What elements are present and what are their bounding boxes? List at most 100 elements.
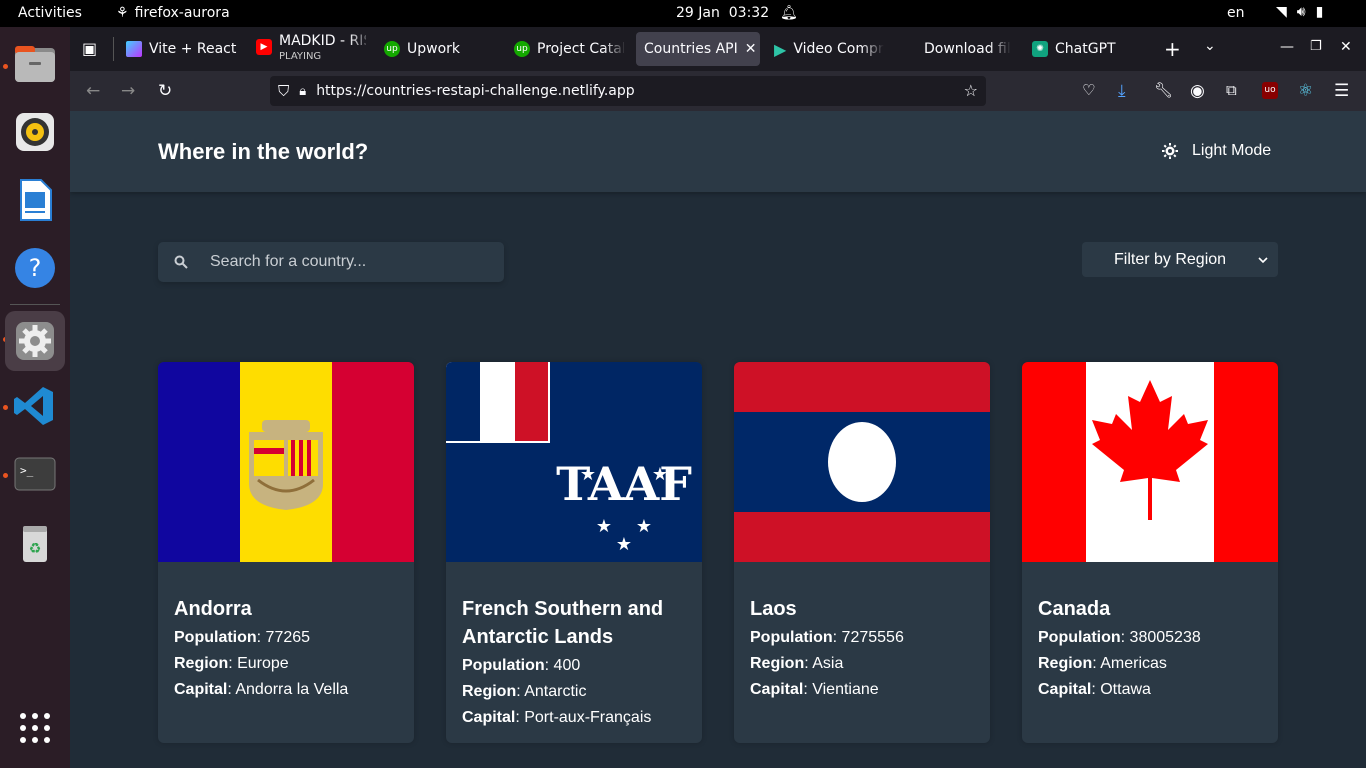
tab-madkid[interactable]: ▶ MADKID - RIS PLAYING (248, 32, 366, 66)
chevron-down-icon (1258, 256, 1268, 263)
region-label: Region (750, 655, 805, 672)
flag-andorra (158, 362, 414, 562)
wifi-icon: ◥ (1276, 4, 1287, 20)
tab-project-catalog[interactable]: up Project Catal (506, 32, 624, 66)
population-value: 400 (553, 657, 581, 674)
region-value: Europe (237, 655, 289, 672)
tab-label: Vite + React (149, 41, 237, 57)
svg-text:♻: ♻ (29, 541, 42, 557)
ublock-icon[interactable]: uo (1262, 82, 1278, 99)
reload-icon[interactable]: ↻ (158, 81, 172, 101)
tab-label: MADKID - RIS (279, 33, 366, 49)
close-tab-icon[interactable]: ✕ (745, 41, 757, 57)
tab-upwork[interactable]: up Upwork (376, 32, 494, 66)
page-title: Where in the world? (158, 139, 369, 164)
browser-tab-bar: ▣ Vite + React ▶ MADKID - RIS PLAYING up… (70, 27, 1366, 71)
country-name: Laos (750, 598, 797, 620)
forward-icon[interactable]: → (121, 81, 135, 101)
pocket-icon[interactable]: ♡ (1082, 81, 1095, 99)
back-icon[interactable]: ← (86, 81, 100, 101)
country-name: French Southern and Antarctic Lands (462, 598, 664, 648)
help-icon[interactable]: ? (12, 245, 58, 291)
trash-icon[interactable]: ♻ (12, 521, 58, 567)
population-label: Population (1038, 629, 1121, 646)
tab-label: Upwork (407, 41, 461, 57)
flag-canada (1022, 362, 1278, 562)
tab-video-compressor[interactable]: ▶ Video Compr (766, 32, 884, 66)
tab-countries-api[interactable]: Countries API ✕ (636, 32, 760, 66)
activities-button[interactable]: Activities (18, 5, 82, 21)
country-card-french-southern-lands[interactable]: TAAF ★ ★ ★ ★ ★ French Southern and Antarcti… (446, 362, 702, 743)
sun-icon (1162, 143, 1178, 159)
maximize-icon[interactable]: ❐ (1310, 39, 1322, 54)
region-value: Antarctic (524, 683, 587, 700)
capital-value: Port-aux-Français (524, 709, 652, 726)
search-box[interactable] (158, 242, 504, 282)
flag-laos (734, 362, 990, 562)
rhythmbox-icon[interactable] (12, 109, 58, 155)
population-label: Population (750, 629, 833, 646)
list-tabs-icon[interactable]: ⌄ (1204, 38, 1216, 54)
tab-chatgpt[interactable]: ✺ ChatGPT (1024, 32, 1144, 66)
youtube-icon: ▶ (256, 39, 272, 55)
search-input[interactable] (210, 253, 490, 271)
react-devtools-icon[interactable]: ⚛ (1298, 81, 1313, 101)
population-label: Population (462, 657, 545, 674)
input-language[interactable]: en (1227, 5, 1245, 21)
wrench-icon[interactable]: 🔧︎ (1154, 81, 1173, 99)
shield-icon[interactable]: ⛉ (278, 82, 289, 100)
chatgpt-icon: ✺ (1032, 41, 1048, 57)
firefox-app-icon: ⚘ (116, 5, 129, 21)
bookmark-star-icon[interactable]: ☆ (964, 81, 978, 100)
svg-text:★: ★ (652, 464, 668, 485)
firefox-view-icon[interactable]: ▣ (82, 39, 97, 58)
show-apps-icon[interactable] (12, 705, 58, 751)
country-card-laos[interactable]: Laos Population: 7275556 Region: Asia Ca… (734, 362, 990, 743)
libreoffice-writer-icon[interactable] (12, 177, 58, 223)
extensions-icon[interactable]: ⧉ (1226, 81, 1237, 99)
clock[interactable]: 29 Jan 03:32 (676, 5, 769, 21)
region-label: Region (174, 655, 229, 672)
population-value: 38005238 (1129, 629, 1201, 646)
lock-icon[interactable]: 🔒︎ (299, 84, 306, 99)
country-card-andorra[interactable]: Andorra Population: 77265 Region: Europe… (158, 362, 414, 743)
new-tab-icon[interactable]: + (1164, 37, 1181, 61)
dock-separator (10, 304, 60, 305)
country-name: Canada (1038, 598, 1111, 620)
theme-toggle-button[interactable]: Light Mode (1162, 142, 1271, 160)
tab-label: ChatGPT (1055, 41, 1116, 57)
population-value: 77265 (265, 629, 311, 646)
tab-label: Countries API (644, 41, 738, 57)
minimize-icon[interactable]: — (1280, 39, 1294, 55)
notification-bell-icon[interactable]: 🔔︎ (780, 5, 798, 21)
country-card-canada[interactable]: Canada Population: 38005238 Region: Amer… (1022, 362, 1278, 743)
terminal-icon[interactable]: >_ (12, 451, 58, 497)
downloads-icon[interactable]: ⤓ (1118, 81, 1126, 101)
clock-time: 03:32 (728, 5, 770, 21)
menu-icon[interactable]: ☰ (1334, 81, 1349, 101)
url-bar[interactable]: ⛉ 🔒︎ https://countries-restapi-challenge… (270, 76, 986, 106)
tab-label: Project Catal (537, 41, 624, 57)
account-icon[interactable]: ◉ (1190, 81, 1205, 101)
running-indicator (3, 64, 8, 69)
region-label: Region (462, 683, 517, 700)
close-window-icon[interactable]: ✕ (1340, 39, 1352, 55)
system-top-bar: Activities ⚘ firefox-aurora 29 Jan 03:32… (0, 0, 1366, 27)
svg-text:★: ★ (580, 464, 596, 485)
settings-icon[interactable] (5, 311, 65, 371)
tab-vite-react[interactable]: Vite + React (118, 32, 242, 66)
url-text: https://countries-restapi-challenge.netl… (316, 83, 635, 99)
vscode-icon[interactable] (12, 383, 58, 429)
tab-download-file[interactable]: Download fil (916, 32, 1020, 66)
search-icon (174, 255, 188, 269)
files-icon[interactable] (12, 41, 58, 87)
capital-label: Capital (462, 709, 516, 726)
svg-text:★: ★ (596, 516, 612, 537)
upwork-icon: up (514, 41, 530, 57)
region-filter-select[interactable]: Filter by Region (1082, 242, 1278, 277)
active-app-menu[interactable]: ⚘ firefox-aurora (116, 5, 230, 21)
capital-label: Capital (750, 681, 804, 698)
tab-label: Download fil (924, 41, 1011, 57)
tab-label: Video Compr (793, 41, 884, 57)
system-tray[interactable]: ◥ 🔊︎ ▮ (1276, 4, 1323, 20)
